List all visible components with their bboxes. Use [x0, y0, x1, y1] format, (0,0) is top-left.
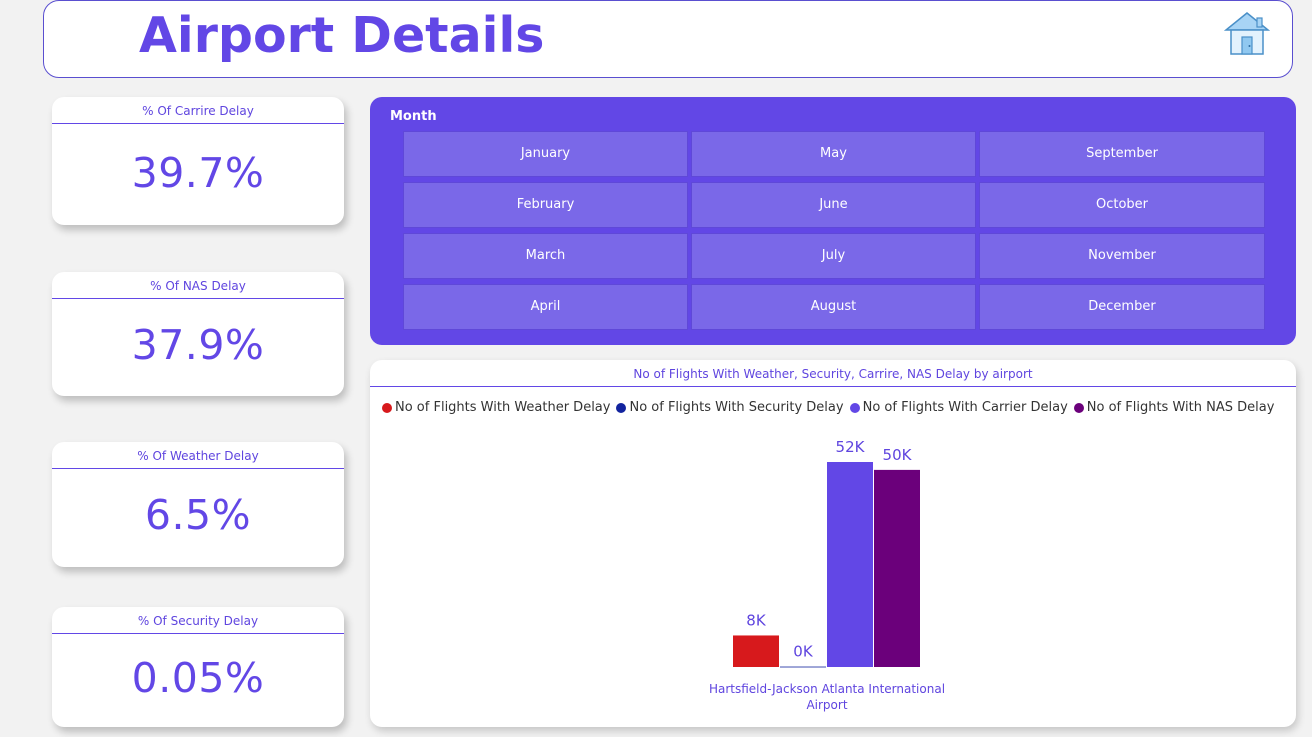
- month-button-august[interactable]: August: [691, 284, 976, 330]
- kpi-card-weather-delay: % Of Weather Delay 6.5%: [52, 442, 344, 567]
- kpi-title: % Of Security Delay: [52, 607, 344, 634]
- kpi-card-nas-delay: % Of NAS Delay 37.9%: [52, 272, 344, 396]
- chart-plot-area: 8K 0K 52K 50K Hartsfield-Jackson Atlanta Int…: [709, 438, 945, 712]
- home-icon[interactable]: [1224, 10, 1270, 58]
- data-label: 52K: [836, 438, 866, 456]
- kpi-card-security-delay: % Of Security Delay 0.05%: [52, 607, 344, 727]
- kpi-value: 37.9%: [131, 321, 265, 369]
- month-slicer: Month January May September February Jun…: [370, 97, 1296, 345]
- month-button-january[interactable]: January: [403, 131, 688, 177]
- month-button-february[interactable]: February: [403, 182, 688, 228]
- x-axis-tick-label: Hartsfield-Jackson Atlanta International: [709, 682, 945, 696]
- header-bar: Airport Details: [43, 0, 1293, 78]
- page-title: Airport Details: [139, 7, 545, 64]
- month-button-november[interactable]: November: [979, 233, 1265, 279]
- month-button-july[interactable]: July: [691, 233, 976, 279]
- bar-no-of-flights-with-weather-delay[interactable]: [733, 635, 779, 667]
- month-button-october[interactable]: October: [979, 182, 1265, 228]
- kpi-title: % Of Carrire Delay: [52, 97, 344, 124]
- delay-bar-chart: No of Flights With Weather, Security, Ca…: [370, 360, 1296, 727]
- month-button-september[interactable]: September: [979, 131, 1265, 177]
- data-label: 8K: [746, 611, 767, 629]
- kpi-title: % Of NAS Delay: [52, 272, 344, 299]
- month-button-april[interactable]: April: [403, 284, 688, 330]
- bar-no-of-flights-with-carrier-delay[interactable]: [827, 462, 873, 667]
- kpi-title: % Of Weather Delay: [52, 442, 344, 469]
- kpi-value: 6.5%: [144, 491, 252, 539]
- month-button-june[interactable]: June: [691, 182, 976, 228]
- month-button-grid: January May September February June Octo…: [403, 131, 1265, 331]
- month-button-march[interactable]: March: [403, 233, 688, 279]
- month-slicer-label: Month: [390, 109, 437, 124]
- kpi-value: 39.7%: [131, 149, 265, 197]
- kpi-card-carrier-delay: % Of Carrire Delay 39.7%: [52, 97, 344, 225]
- month-button-may[interactable]: May: [691, 131, 976, 177]
- bar-no-of-flights-with-nas-delay[interactable]: [874, 469, 920, 667]
- x-axis-tick-label: Airport: [806, 698, 847, 712]
- month-button-december[interactable]: December: [979, 284, 1265, 330]
- bar-no-of-flights-with-security-delay[interactable]: [780, 666, 826, 668]
- kpi-value: 0.05%: [131, 654, 265, 702]
- data-label: 50K: [883, 446, 913, 464]
- data-label: 0K: [793, 643, 814, 661]
